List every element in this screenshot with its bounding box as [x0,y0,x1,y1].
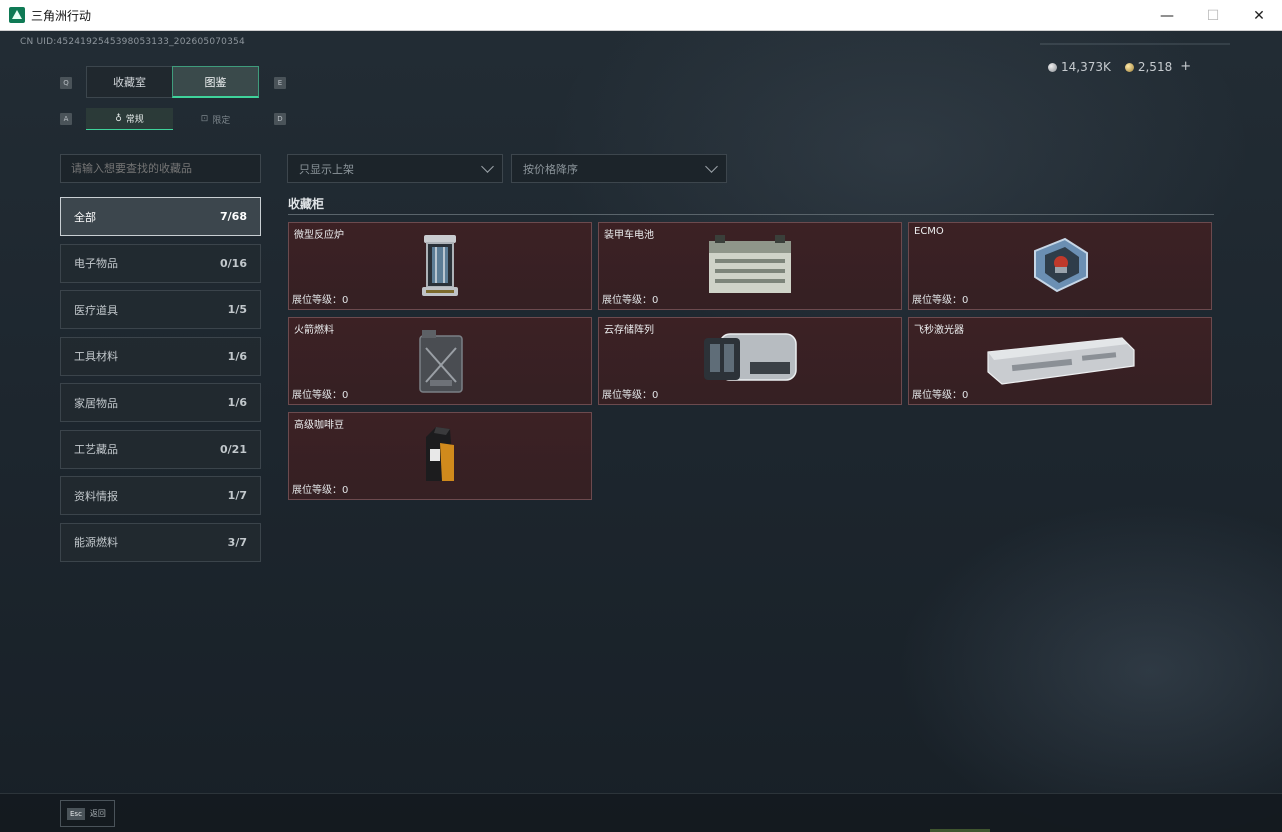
subtab-limited[interactable]: ⊡ 限定 [172,108,259,130]
key-hint-q: Q [60,77,72,89]
item-card-femto-laser[interactable]: 飞秒激光器 展位等级：0 [908,317,1212,405]
category-household[interactable]: 家居物品 1/6 [60,383,261,422]
item-name: 高级咖啡豆 [294,420,344,431]
back-label: 返回 [89,809,106,818]
gold-coin-icon [1124,62,1134,72]
coin-balance: 14,373K [1048,60,1111,74]
item-card-coffee-beans[interactable]: 高级咖啡豆 展位等级：0 [288,412,592,500]
coin-amount: 14,373K [1061,59,1111,74]
window-title: 三角洲行动 [31,8,92,23]
sort-value: 按价格降序 [523,162,578,176]
storage-array-icon [704,333,797,381]
category-count: 1/5 [227,303,247,316]
ticket-amount: 2,518 [1137,59,1173,74]
item-name: 飞秒激光器 [914,325,964,336]
bottom-bar: Esc 返回 [0,793,1282,832]
category-list: 全部 7/68 电子物品 0/16 医疗道具 1/5 工具材料 1/6 家居物品 1/6 … [60,197,261,569]
item-level: 展位等级：0 [292,390,349,401]
category-count: 1/7 [227,489,247,502]
item-level: 展位等级：0 [292,295,349,306]
game-viewport: CN UID:4524192545398053133_202605070354 … [0,31,1282,832]
category-label: 电子物品 [74,257,118,270]
item-card-battery[interactable]: 装甲车电池 展位等级：0 [598,222,902,310]
category-count: 3/7 [227,535,247,549]
reactor-icon [422,235,458,296]
coffee-bag-icon [426,427,454,481]
esc-key-hint: Esc [67,807,85,820]
category-count: 7/68 [220,210,247,223]
category-label: 工具材料 [74,350,118,363]
category-count: 1/6 [227,396,247,409]
category-label: 资料情报 [74,489,118,503]
shelf-filter-value: 只显示上架 [299,162,354,176]
item-level: 展位等级：0 [912,390,969,401]
ticket-balance: 2,518 [1124,59,1173,74]
silver-coin-icon [1048,62,1057,72]
item-level: 展位等级：0 [602,295,659,306]
key-hint-d: D [274,113,286,125]
flame-icon: ♁ [115,113,122,124]
shelf-filter-dropdown[interactable]: 只显示上架 [287,154,503,183]
item-name: ECMO [914,226,944,237]
section-title: 收藏柜 [288,197,325,211]
top-divider [1040,43,1230,45]
key-hint-e: E [274,77,286,89]
laser-icon [987,337,1135,385]
tab-collection-room[interactable]: 收藏室 [86,66,173,98]
section-divider [288,214,1214,215]
close-button[interactable]: ✕ [1236,0,1282,31]
category-crafts[interactable]: 工艺藏品 0/21 [60,429,261,469]
category-label: 家居物品 [74,396,118,410]
currency-display: 14,373K 2,518 + [1048,59,1191,74]
window-titlebar: 三角洲行动 — ☐ ✕ [0,0,1282,31]
item-name: 火箭燃料 [294,325,334,336]
add-currency-button[interactable]: + [1180,59,1191,74]
category-count: 0/16 [220,256,247,270]
category-label: 全部 [74,210,96,224]
category-tools[interactable]: 工具材料 1/6 [60,336,261,376]
search-input[interactable] [60,154,261,183]
category-label: 医疗道具 [74,303,118,317]
category-medical[interactable]: 医疗道具 1/5 [60,290,261,329]
sort-dropdown[interactable]: 按价格降序 [511,154,727,183]
item-card-rocket-fuel[interactable]: 火箭燃料 展位等级：0 [288,317,592,405]
maximize-button[interactable]: ☐ [1190,0,1236,31]
minimize-button[interactable]: — [1144,0,1190,31]
item-name: 微型反应炉 [294,230,344,241]
battery-icon [709,235,791,293]
window-controls: — ☐ ✕ [1144,0,1282,31]
category-all[interactable]: 全部 7/68 [60,197,261,236]
category-intel[interactable]: 资料情报 1/7 [60,476,261,515]
subtab-regular-label: 常规 [125,115,144,125]
category-count: 0/21 [220,442,247,456]
item-level: 展位等级：0 [292,485,349,496]
subtab-regular[interactable]: ♁ 常规 [86,108,173,130]
item-card-reactor[interactable]: 微型反应炉 展位等级：0 [288,222,592,310]
gift-icon: ⊡ [200,114,209,124]
item-level: 展位等级：0 [912,295,969,306]
subtab-limited-label: 限定 [212,115,231,126]
item-card-cloud-storage[interactable]: 云存储阵列 展位等级：0 [598,317,902,405]
item-level: 展位等级：0 [602,390,659,401]
category-count: 1/6 [227,349,247,363]
chevron-down-icon [481,160,494,173]
uid-label: CN UID:4524192545398053133_202605070354 [20,37,245,47]
key-hint-a: A [60,113,72,125]
category-electronics[interactable]: 电子物品 0/16 [60,243,261,283]
category-label: 能源燃料 [74,536,118,549]
chevron-down-icon [705,160,718,173]
app-logo-icon [9,7,25,23]
item-name: 云存储阵列 [604,325,654,336]
item-name: 装甲车电池 [604,230,654,241]
tab-codex[interactable]: 图鉴 [172,66,259,98]
ecmo-icon [1034,237,1088,293]
back-button[interactable]: Esc 返回 [60,800,115,827]
category-energy[interactable]: 能源燃料 3/7 [60,522,261,562]
category-label: 工艺藏品 [74,443,118,456]
fuel-canister-icon [419,330,463,393]
item-card-ecmo[interactable]: ECMO 展位等级：0 [908,222,1212,310]
